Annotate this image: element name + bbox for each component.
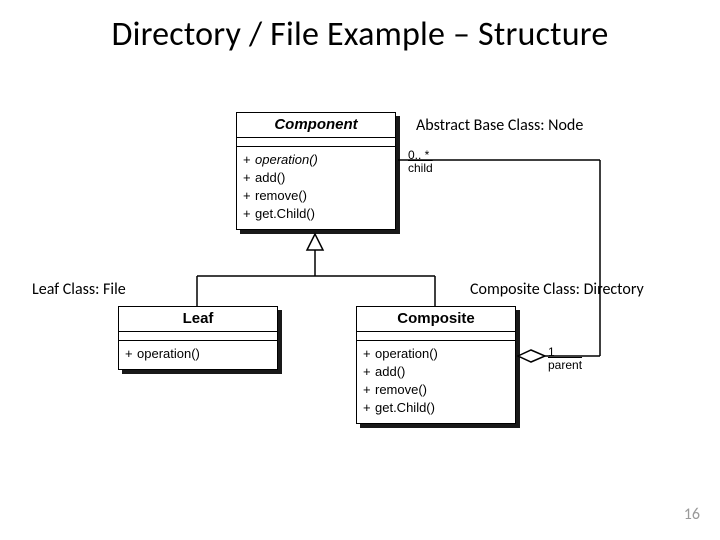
assoc-parent-mult: 1 (548, 345, 555, 359)
uml-operations: +operation() (119, 341, 277, 369)
uml-operations: +operation() +add() +remove() +get.Child… (357, 341, 515, 423)
uml-attributes-empty (237, 138, 395, 147)
assoc-child-role: child (408, 161, 433, 175)
uml-class-name: Component (237, 113, 395, 138)
annotation-composite: Composite Class: Directory (470, 280, 644, 299)
uml-connectors (0, 0, 720, 540)
uml-attributes-empty (119, 332, 277, 341)
page-number: 16 (684, 505, 700, 524)
uml-class-composite: Composite +operation() +add() +remove() … (356, 306, 516, 424)
uml-class-name: Composite (357, 307, 515, 332)
assoc-parent-role: parent (548, 358, 582, 372)
uml-class-leaf: Leaf +operation() (118, 306, 278, 370)
uml-operations: +operation() +add() +remove() +get.Child… (237, 147, 395, 229)
annotation-leaf: Leaf Class: File (32, 280, 126, 299)
assoc-child-mult: 0.. * (408, 148, 429, 162)
uml-attributes-empty (357, 332, 515, 341)
slide-title: Directory / File Example – Structure (0, 14, 720, 55)
uml-class-name: Leaf (119, 307, 277, 332)
annotation-abstract: Abstract Base Class: Node (416, 116, 583, 135)
uml-class-component: Component +operation() +add() +remove() … (236, 112, 396, 230)
